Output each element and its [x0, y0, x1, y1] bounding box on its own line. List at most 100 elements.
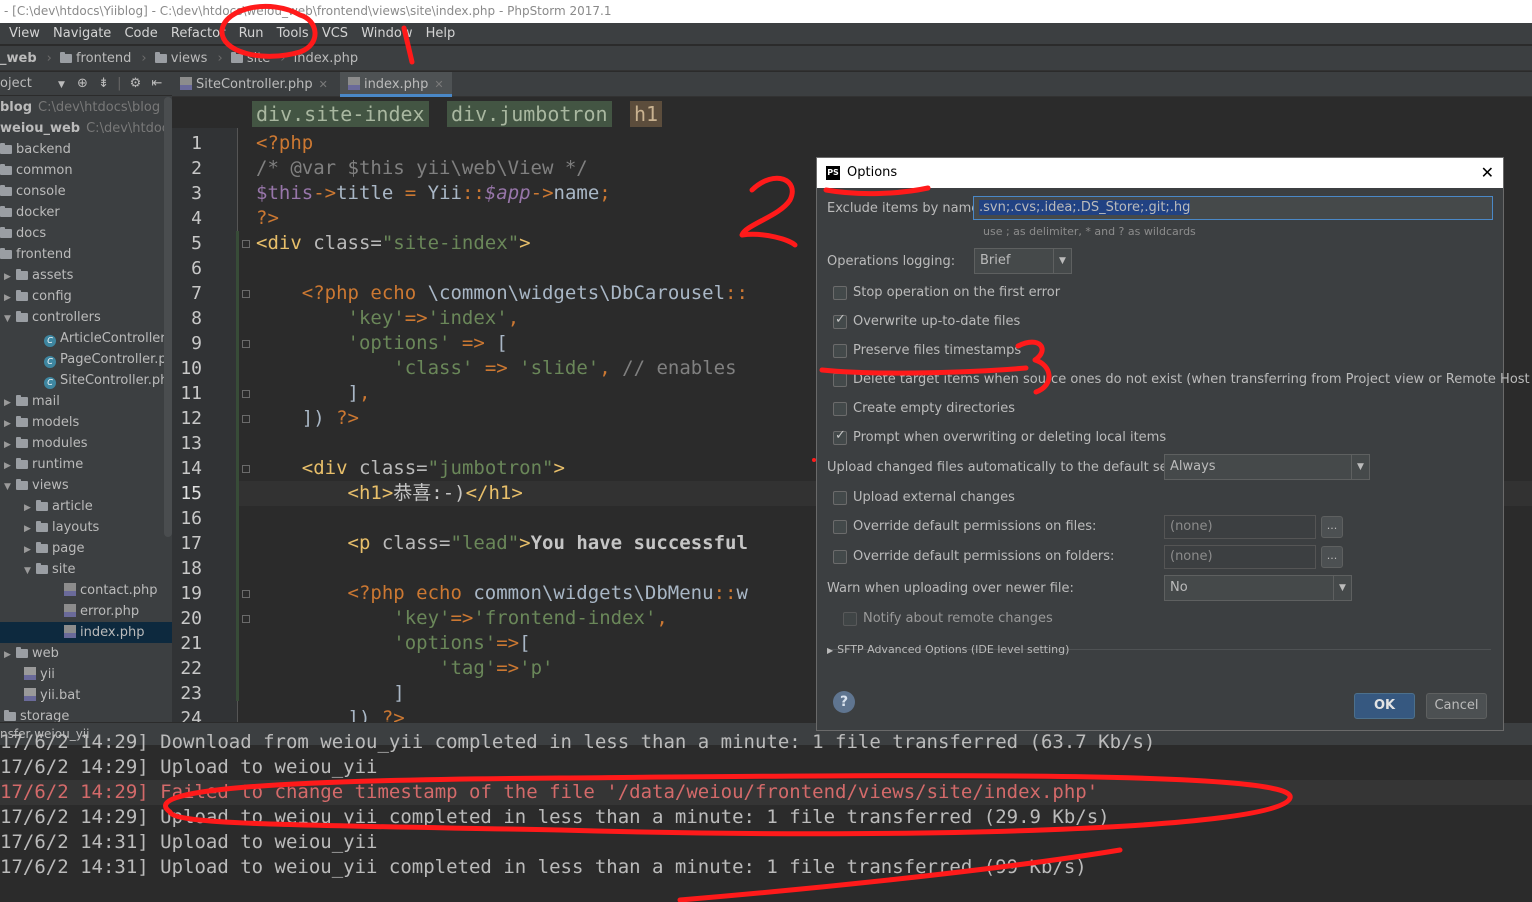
sidebar-item-console[interactable]: console	[0, 181, 172, 202]
cancel-button[interactable]: Cancel	[1426, 693, 1487, 719]
option-checkbox-3[interactable]	[833, 344, 847, 358]
fold-marker[interactable]	[242, 415, 250, 423]
fold-marker[interactable]	[242, 590, 250, 598]
sidebar-item-views[interactable]: ▼ views	[0, 475, 172, 496]
close-icon[interactable]: ✕	[434, 78, 443, 91]
gear-icon[interactable]: ⚙	[130, 76, 142, 91]
upload-external-checkbox[interactable]	[833, 491, 847, 505]
chevron-down-icon[interactable]: ▼	[4, 309, 16, 330]
ok-button[interactable]: OK	[1354, 693, 1415, 719]
tab-index[interactable]: index.php ✕	[339, 72, 452, 97]
sidebar-item-frontend[interactable]: frontend	[0, 244, 172, 265]
chevron-down-icon[interactable]: ▼	[4, 477, 16, 498]
option-checkbox-5[interactable]	[833, 402, 847, 416]
chevron-right-icon[interactable]: ▶	[4, 414, 16, 435]
hide-icon[interactable]: ⇤	[151, 76, 162, 91]
option-checkbox-2[interactable]	[833, 312, 847, 329]
breadcrumb-div-site-index[interactable]: div.site-index	[252, 101, 429, 127]
notify-remote-checkbox[interactable]	[843, 612, 857, 626]
nav-item-project[interactable]: _web	[0, 46, 37, 71]
nav-item-site[interactable]: site	[230, 46, 270, 71]
override-folders-browse-button[interactable]: ...	[1321, 546, 1343, 568]
sidebar-item-sitecontroller-php[interactable]: C SiteController.php	[0, 370, 172, 391]
chevron-right-icon[interactable]: ▶	[24, 498, 36, 519]
menu-vcs[interactable]: VCS	[322, 23, 348, 45]
sidebar-item-articlecontroller-ph[interactable]: C ArticleController.ph	[0, 328, 172, 349]
breadcrumb-div-jumbotron[interactable]: div.jumbotron	[447, 101, 612, 127]
sidebar-item-config[interactable]: ▶ config	[0, 286, 172, 307]
file-transfer-log[interactable]: 17/6/2 14:29] Download from weiou_yii co…	[0, 731, 1532, 902]
sidebar-item-common[interactable]: common	[0, 160, 172, 181]
sidebar-item-backend[interactable]: backend	[0, 139, 172, 160]
nav-item-views[interactable]: views	[154, 46, 207, 71]
sidebar-item-layouts[interactable]: ▶ layouts	[0, 517, 172, 538]
sidebar-item-error-php[interactable]: error.php	[0, 601, 172, 622]
override-files-browse-button[interactable]: ...	[1321, 516, 1343, 538]
fold-marker[interactable]	[242, 390, 250, 398]
chevron-right-icon[interactable]: ▶	[4, 645, 16, 666]
menu-code[interactable]: Code	[124, 23, 157, 45]
sidebar-scrollbar[interactable]	[164, 97, 172, 537]
chevron-right-icon[interactable]: ▶	[24, 519, 36, 540]
fold-marker[interactable]	[242, 340, 250, 348]
sidebar-item-modules[interactable]: ▶ modules	[0, 433, 172, 454]
sidebar-item-assets[interactable]: ▶ assets	[0, 265, 172, 286]
menu-view[interactable]: View	[9, 23, 40, 45]
sidebar-item-docker[interactable]: docker	[0, 202, 172, 223]
upload-auto-select[interactable]: Always ▼	[1164, 454, 1370, 480]
chevron-right-icon[interactable]: ▶	[4, 456, 16, 477]
collapse-icon[interactable]: ⇟	[98, 76, 109, 91]
option-checkbox-1[interactable]	[833, 286, 847, 300]
sidebar-item-blog[interactable]: blog C:\dev\htdocs\blog	[0, 97, 172, 118]
sidebar-item-pagecontroller-php[interactable]: C PageController.php	[0, 349, 172, 370]
fold-marker[interactable]	[242, 290, 250, 298]
help-icon[interactable]: ?	[833, 691, 855, 713]
sidebar-item-page[interactable]: ▶ page	[0, 538, 172, 559]
menu-window[interactable]: Window	[361, 23, 412, 45]
menu-run[interactable]: Run	[239, 23, 264, 45]
chevron-down-icon[interactable]: ▼	[24, 561, 36, 582]
sidebar-item-controllers[interactable]: ▼ controllers	[0, 307, 172, 328]
menu-help[interactable]: Help	[426, 23, 456, 45]
sidebar-item-mail[interactable]: ▶ mail	[0, 391, 172, 412]
sidebar-item-weiou-web[interactable]: weiou_web C:\dev\htdocs\w	[0, 118, 172, 139]
chevron-right-icon[interactable]: ▶	[4, 393, 16, 414]
sidebar-item-runtime[interactable]: ▶ runtime	[0, 454, 172, 475]
chevron-down-icon[interactable]: ▼	[58, 80, 65, 90]
sidebar-item-models[interactable]: ▶ models	[0, 412, 172, 433]
override-files-input[interactable]: (none)	[1164, 515, 1316, 539]
nav-item-file[interactable]: index.php	[294, 46, 358, 71]
sidebar-item-yii[interactable]: yii	[0, 664, 172, 685]
sidebar-item-article[interactable]: ▶ article	[0, 496, 172, 517]
breadcrumb-h1[interactable]: h1	[630, 101, 663, 127]
override-files-checkbox[interactable]	[833, 520, 847, 534]
option-checkbox-4[interactable]	[833, 373, 847, 387]
sidebar-item-docs[interactable]: docs	[0, 223, 172, 244]
tab-sitecontroller[interactable]: SiteController.php ✕	[172, 72, 336, 97]
menu-tools[interactable]: Tools	[277, 23, 309, 45]
target-icon[interactable]: ⊕	[77, 76, 88, 91]
nav-item-frontend[interactable]: frontend	[59, 46, 131, 71]
chevron-right-icon[interactable]: ▶	[4, 267, 16, 288]
close-icon[interactable]: ✕	[1481, 158, 1494, 188]
chevron-right-icon[interactable]: ▶	[24, 540, 36, 561]
chevron-right-icon[interactable]: ▶	[4, 288, 16, 309]
operations-logging-select[interactable]: Brief ▼	[974, 248, 1072, 274]
sidebar-item-storage[interactable]: storage	[0, 706, 172, 722]
override-folders-input[interactable]: (none)	[1164, 545, 1316, 569]
option-checkbox-6[interactable]	[833, 428, 847, 445]
dialog-titlebar[interactable]: PS Options ✕	[817, 158, 1503, 188]
sidebar-item-index-php[interactable]: index.php	[0, 622, 172, 643]
fold-marker[interactable]	[242, 240, 250, 248]
exclude-items-input[interactable]: .svn;.cvs;.idea;.DS_Store;.git;.hg	[973, 196, 1493, 220]
sidebar-item-yii-bat[interactable]: yii.bat	[0, 685, 172, 706]
sidebar-item-web[interactable]: ▶ web	[0, 643, 172, 664]
fold-marker[interactable]	[242, 615, 250, 623]
fold-marker[interactable]	[242, 465, 250, 473]
menu-refactor[interactable]: Refactor	[171, 23, 226, 45]
sidebar-item-contact-php[interactable]: contact.php	[0, 580, 172, 601]
menu-navigate[interactable]: Navigate	[53, 23, 111, 45]
warn-newer-select[interactable]: No ▼	[1164, 575, 1352, 601]
override-folders-checkbox[interactable]	[833, 550, 847, 564]
sidebar-item-site[interactable]: ▼ site	[0, 559, 172, 580]
